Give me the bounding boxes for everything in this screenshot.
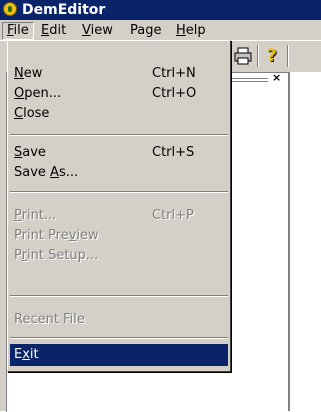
shortcut: Ctrl+P bbox=[152, 208, 194, 223]
menu-separator bbox=[10, 191, 228, 193]
print-button[interactable] bbox=[232, 45, 254, 67]
accel: x bbox=[22, 347, 30, 362]
menu-edit-accel: E bbox=[41, 23, 50, 38]
dock-grip[interactable] bbox=[232, 78, 268, 79]
menu-view-accel: V bbox=[82, 23, 91, 38]
label-rest: lose bbox=[23, 106, 50, 121]
label-rest: ew bbox=[23, 66, 43, 81]
menu-item-exit[interactable]: Exit bbox=[10, 344, 228, 366]
menu-help[interactable]: Help bbox=[172, 22, 210, 40]
toolbar-separator bbox=[287, 45, 289, 67]
menu-file-rest: ile bbox=[13, 23, 29, 38]
menu-item-label: Open... bbox=[14, 84, 61, 104]
shortcut: Ctrl+O bbox=[152, 86, 197, 101]
label-rest: iew bbox=[76, 228, 99, 243]
menu-item-label: Print... bbox=[14, 206, 56, 226]
menu-item-recent-file[interactable]: Recent File bbox=[10, 310, 228, 330]
app-icon[interactable] bbox=[3, 2, 17, 16]
print-icon bbox=[234, 47, 252, 65]
window-title: DemEditor bbox=[22, 2, 106, 18]
menu-item-open[interactable]: Open... Ctrl+O bbox=[10, 84, 228, 104]
menu-item-print-preview[interactable]: Print Preview bbox=[10, 226, 228, 246]
dock-grip[interactable] bbox=[232, 81, 268, 82]
menu-separator bbox=[10, 295, 228, 297]
menu-bar: File Edit View Page Help bbox=[0, 20, 321, 40]
menu-separator bbox=[10, 337, 228, 339]
file-menu-dropdown: New Ctrl+N Open... Ctrl+O Close Save Ctr… bbox=[7, 40, 231, 372]
menu-item-label: New bbox=[14, 64, 42, 84]
menu-item-label: Save As... bbox=[14, 163, 78, 183]
menu-view[interactable]: View bbox=[78, 22, 117, 40]
toolbar-separator bbox=[257, 45, 259, 67]
menu-help-rest: elp bbox=[185, 23, 206, 38]
accel: A bbox=[50, 165, 59, 180]
menu-edit[interactable]: Edit bbox=[37, 22, 70, 40]
menu-view-rest: iew bbox=[90, 23, 113, 38]
menu-page-label: Page bbox=[130, 23, 162, 38]
side-pane[interactable] bbox=[288, 72, 321, 411]
menu-edit-rest: dit bbox=[49, 23, 67, 38]
label-pre: E bbox=[14, 347, 23, 362]
menu-help-accel: H bbox=[176, 23, 186, 38]
menu-item-save[interactable]: Save Ctrl+S bbox=[10, 143, 228, 163]
menu-item-print[interactable]: Print... Ctrl+P bbox=[10, 206, 228, 226]
help-icon: ? ? bbox=[267, 46, 278, 67]
menu-item-label: Print Preview bbox=[14, 226, 99, 246]
label-rest: s... bbox=[58, 165, 79, 180]
label-pre: P bbox=[14, 248, 22, 263]
label-pre: Save bbox=[14, 165, 51, 180]
menu-item-new[interactable]: New Ctrl+N bbox=[10, 64, 228, 84]
menu-item-close[interactable]: Close bbox=[10, 104, 228, 124]
label-rest: int Setup... bbox=[26, 248, 99, 263]
label-pre: Print Pre bbox=[14, 228, 69, 243]
menu-item-label: Close bbox=[14, 104, 49, 124]
close-icon[interactable]: × bbox=[272, 71, 281, 84]
menu-item-print-setup[interactable]: Print Setup... bbox=[10, 246, 228, 266]
label-rest: it bbox=[29, 347, 39, 362]
docked-bar-header: × bbox=[232, 71, 282, 86]
menu-item-label: Recent File bbox=[14, 312, 85, 327]
svg-text:?: ? bbox=[267, 46, 277, 66]
menu-item-save-as[interactable]: Save As... bbox=[10, 163, 228, 183]
menu-item-label: Save bbox=[14, 143, 46, 163]
menu-item-label: Exit bbox=[14, 344, 39, 366]
accel: P bbox=[14, 208, 22, 223]
title-bar[interactable]: DemEditor bbox=[0, 0, 321, 20]
help-button[interactable]: ? ? bbox=[262, 45, 284, 67]
menu-file[interactable]: File bbox=[2, 22, 34, 40]
accel: O bbox=[14, 86, 25, 101]
app-window: DemEditor File Edit View Page Help ? ? ×… bbox=[0, 0, 321, 412]
label-rest: rint... bbox=[21, 208, 57, 223]
menu-page[interactable]: Page bbox=[126, 22, 165, 40]
menu-item-label: Print Setup... bbox=[14, 246, 98, 266]
shortcut: Ctrl+S bbox=[152, 145, 195, 160]
shortcut: Ctrl+N bbox=[152, 66, 196, 81]
accel: N bbox=[14, 66, 24, 81]
menu-separator bbox=[10, 134, 228, 136]
label-rest: ave bbox=[22, 145, 46, 160]
accel: C bbox=[14, 106, 24, 121]
label-rest: pen... bbox=[24, 86, 62, 101]
